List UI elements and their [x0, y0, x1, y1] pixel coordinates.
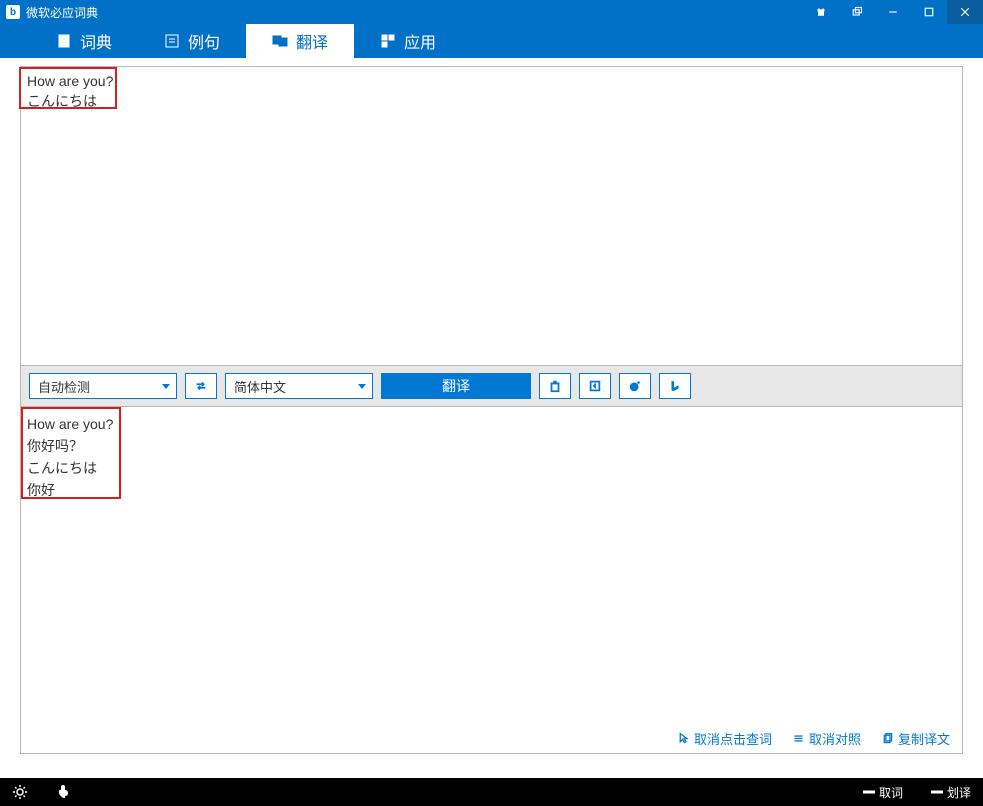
workspace: How are you?こんにちは 自动检测 简体中文 翻译: [0, 58, 983, 778]
output-line: 你好吗？: [27, 435, 956, 457]
tab-label: 翻译: [296, 29, 328, 53]
chevron-down-icon: [162, 384, 170, 389]
titlebar: b 微软必应词典: [0, 0, 983, 24]
output-actions: 取消点击查词 取消对照 复制译文: [21, 723, 962, 753]
multi-window-icon[interactable]: [839, 0, 875, 24]
statusbar: 取词 划译: [0, 778, 983, 806]
tab-label: 例句: [188, 29, 220, 53]
save-button[interactable]: [579, 373, 611, 399]
output-line: こんにちは: [27, 457, 956, 479]
chevron-down-icon: [358, 384, 366, 389]
app-icon: b: [6, 5, 20, 19]
clear-button[interactable]: [539, 373, 571, 399]
swap-languages-button[interactable]: [185, 373, 217, 399]
output-line: How are you?: [27, 413, 956, 435]
copy-icon: [881, 732, 894, 745]
close-button[interactable]: [947, 0, 983, 24]
list-icon: [164, 33, 180, 49]
output-line: 你好: [27, 479, 956, 501]
app-title: 微软必应词典: [26, 4, 98, 21]
translate-icon: [272, 33, 288, 49]
compare-icon: [792, 732, 805, 745]
plugin-icon[interactable]: [56, 784, 72, 800]
tab-translate[interactable]: 翻译: [246, 24, 354, 58]
tab-label: 词典: [80, 29, 112, 53]
book-icon: [56, 33, 72, 49]
source-text-input[interactable]: How are you?こんにちは: [21, 67, 962, 365]
weibo-share-button[interactable]: [619, 373, 651, 399]
bing-button[interactable]: [659, 373, 691, 399]
tab-apps[interactable]: 应用: [354, 24, 462, 58]
cancel-compare-link[interactable]: 取消对照: [792, 729, 861, 748]
source-language-label: 自动检测: [38, 377, 90, 396]
apps-icon: [380, 33, 396, 49]
output-pane: How are you? 你好吗？ こんにちは 你好 取消点击查词 取消对照 复…: [20, 406, 963, 754]
translate-button[interactable]: 翻译: [381, 373, 531, 399]
target-language-label: 简体中文: [234, 377, 286, 396]
translate-toolbar: 自动检测 简体中文 翻译: [20, 366, 963, 406]
minimize-button[interactable]: [875, 0, 911, 24]
stroke-translate-toggle[interactable]: 划译: [931, 784, 971, 801]
translate-button-label: 翻译: [442, 376, 470, 396]
settings-icon[interactable]: [12, 784, 28, 800]
source-language-select[interactable]: 自动检测: [29, 373, 177, 399]
cursor-icon: [677, 732, 690, 745]
translation-output: How are you? 你好吗？ こんにちは 你好: [21, 407, 962, 723]
nav-tabs: 词典 例句 翻译 应用: [0, 24, 983, 58]
target-language-select[interactable]: 简体中文: [225, 373, 373, 399]
tab-dictionary[interactable]: 词典: [30, 24, 138, 58]
tab-label: 应用: [404, 29, 436, 53]
skin-icon[interactable]: [803, 0, 839, 24]
pick-word-toggle[interactable]: 取词: [863, 784, 903, 801]
copy-translation-link[interactable]: 复制译文: [881, 729, 950, 748]
cancel-click-lookup-link[interactable]: 取消点击查词: [677, 729, 772, 748]
input-pane: How are you?こんにちは: [20, 66, 963, 366]
tab-examples[interactable]: 例句: [138, 24, 246, 58]
maximize-button[interactable]: [911, 0, 947, 24]
